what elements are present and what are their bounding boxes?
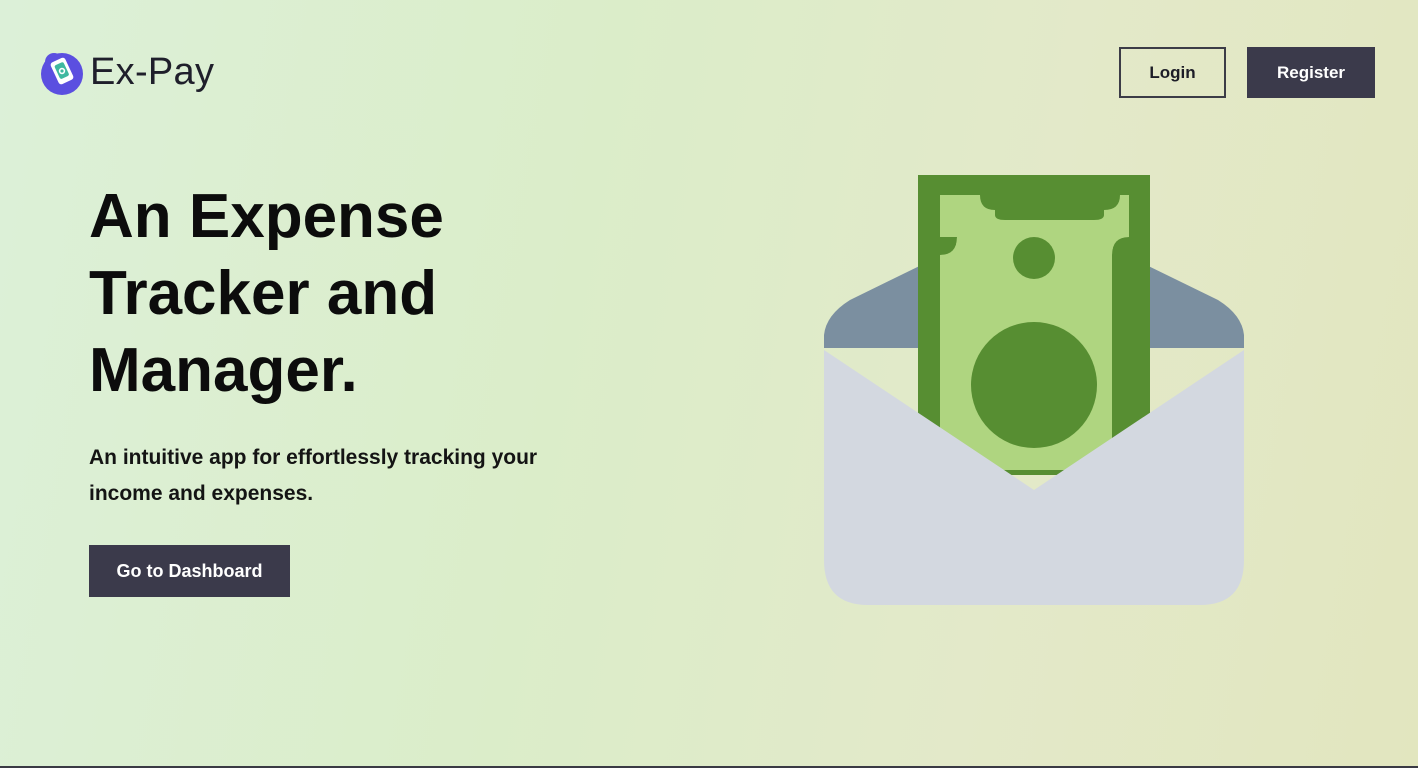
brand-logo[interactable]: Ex-Pay — [38, 48, 214, 96]
go-to-dashboard-button[interactable]: Go to Dashboard — [89, 545, 290, 597]
money-envelope-icon — [824, 175, 1244, 605]
brand-name: Ex-Pay — [90, 50, 215, 93]
hero-subtitle: An intuitive app for effortlessly tracki… — [89, 446, 538, 505]
wallet-money-icon — [41, 53, 83, 95]
register-button[interactable]: Register — [1247, 47, 1375, 98]
hero-title: An Expense Tracker and Manager. — [89, 182, 444, 405]
login-button[interactable]: Login — [1119, 47, 1226, 98]
